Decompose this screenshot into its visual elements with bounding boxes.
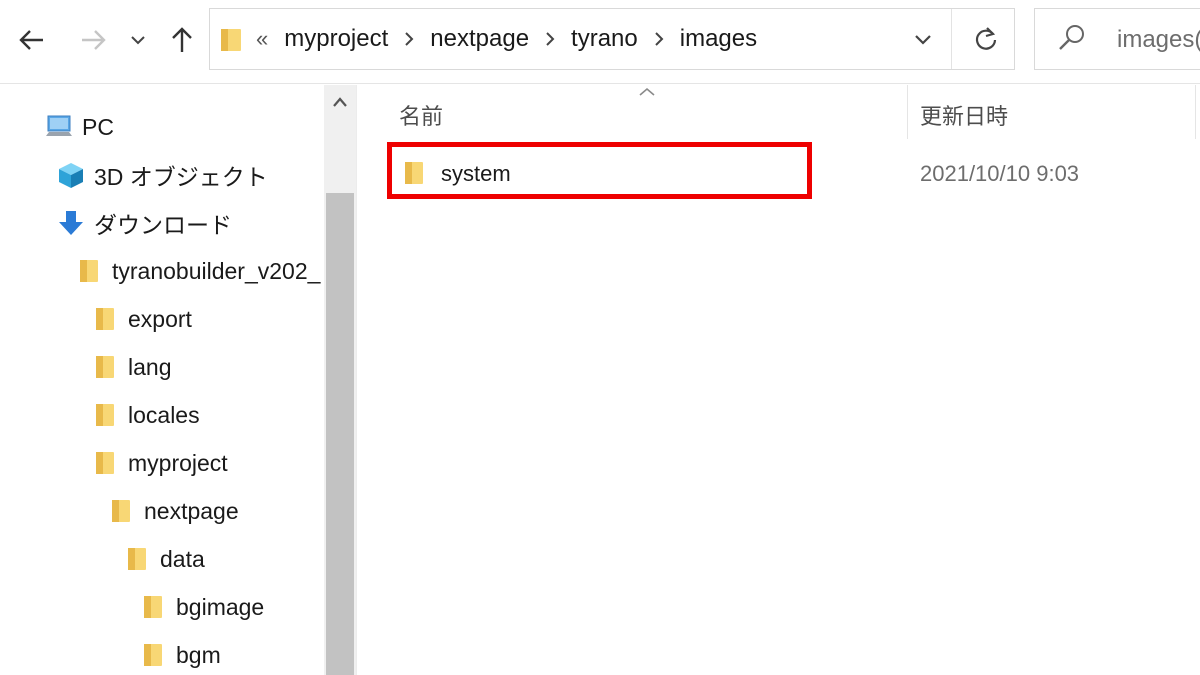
column-divider[interactable] [1195, 85, 1196, 139]
nav-item-label: tyranobuilder_v202_ [112, 257, 321, 284]
nav-item-label: PC [82, 113, 114, 140]
nav-item-label: bgimage [176, 593, 265, 620]
divider [951, 9, 952, 69]
nav-item-folder[interactable]: locales [90, 395, 200, 435]
folder-icon [106, 496, 136, 526]
chevron-right-icon[interactable] [403, 31, 415, 47]
nav-item-folder[interactable]: bgm [138, 635, 221, 675]
search-input[interactable]: images( [1034, 8, 1200, 70]
chevron-down-icon [131, 36, 145, 45]
nav-item-downloads[interactable]: ダウンロード [56, 203, 232, 243]
nav-item-label: bgm [176, 641, 221, 668]
navigation-pane: PC 3D オブジェクト ダウンロード tyranobuilder_v202_ [0, 85, 356, 675]
navigation-bar: « myproject nextpage tyrano images image… [0, 0, 1200, 84]
file-list: 名前 更新日時 system 2021/10/10 9:03 [357, 85, 1200, 675]
breadcrumb-nextpage[interactable]: nextpage [428, 25, 531, 53]
nav-item-label: lang [128, 353, 172, 380]
nav-item-pc[interactable]: PC [44, 107, 114, 147]
arrow-right-icon [82, 30, 106, 50]
chevron-down-icon [915, 35, 931, 45]
nav-item-folder[interactable]: bgimage [138, 587, 264, 627]
chevron-right-icon[interactable] [653, 31, 665, 47]
up-button[interactable] [164, 22, 200, 58]
back-button[interactable] [14, 22, 50, 58]
recent-locations-button[interactable] [124, 22, 152, 58]
nav-item-folder[interactable]: lang [90, 347, 171, 387]
nav-item-label: nextpage [144, 497, 239, 524]
forward-button[interactable] [75, 22, 111, 58]
nav-item-label: data [160, 545, 205, 572]
nav-item-folder[interactable]: nextpage [106, 491, 239, 531]
chevron-right-icon[interactable] [544, 31, 556, 47]
refresh-icon [975, 27, 997, 50]
folder-icon [74, 256, 104, 286]
scroll-up-button[interactable] [324, 85, 356, 119]
pc-icon [44, 112, 74, 142]
nav-item-label: ダウンロード [94, 212, 232, 238]
breadcrumb-overflow[interactable]: « [256, 26, 268, 52]
highlight-annotation [387, 142, 812, 199]
folder-icon [90, 352, 120, 382]
folder-icon [90, 400, 120, 430]
nav-item-folder[interactable]: tyranobuilder_v202_ [74, 251, 320, 291]
download-icon [56, 208, 86, 238]
arrow-up-icon [172, 27, 192, 52]
file-modified-date: 2021/10/10 9:03 [920, 161, 1080, 186]
search-icon [1057, 23, 1087, 58]
chevron-up-icon [333, 97, 347, 107]
arrow-left-icon [19, 30, 43, 50]
navigation-scrollbar[interactable] [324, 85, 356, 675]
folder-icon [138, 640, 168, 670]
search-placeholder: images( [1117, 26, 1200, 53]
sort-ascending-icon [637, 85, 657, 103]
column-divider[interactable] [907, 85, 908, 139]
nav-item-3d-objects[interactable]: 3D オブジェクト [56, 155, 268, 195]
folder-icon [90, 304, 120, 334]
nav-item-label: myproject [128, 449, 228, 476]
address-bar[interactable]: « myproject nextpage tyrano images [209, 8, 1015, 70]
scrollbar-thumb[interactable] [326, 193, 354, 675]
column-header-name[interactable]: 名前 [399, 99, 443, 131]
nav-item-label: locales [128, 401, 200, 428]
nav-item-folder[interactable]: myproject [90, 443, 228, 483]
3d-objects-icon [56, 160, 86, 190]
column-header-row: 名前 更新日時 [357, 85, 1200, 139]
nav-item-label: export [128, 305, 192, 332]
address-history-button[interactable] [907, 23, 939, 55]
refresh-button[interactable] [970, 23, 1002, 55]
breadcrumb-tyrano[interactable]: tyrano [569, 25, 640, 53]
folder-icon [138, 592, 168, 622]
folder-icon [122, 544, 152, 574]
nav-item-folder[interactable]: data [122, 539, 205, 579]
column-header-modified[interactable]: 更新日時 [920, 99, 1008, 131]
folder-icon [220, 27, 242, 58]
folder-icon [90, 448, 120, 478]
breadcrumb-images[interactable]: images [678, 25, 759, 53]
breadcrumb: « myproject nextpage tyrano images [256, 9, 759, 69]
nav-item-folder[interactable]: export [90, 299, 192, 339]
nav-item-label: 3D オブジェクト [94, 164, 268, 190]
breadcrumb-myproject[interactable]: myproject [282, 25, 390, 53]
